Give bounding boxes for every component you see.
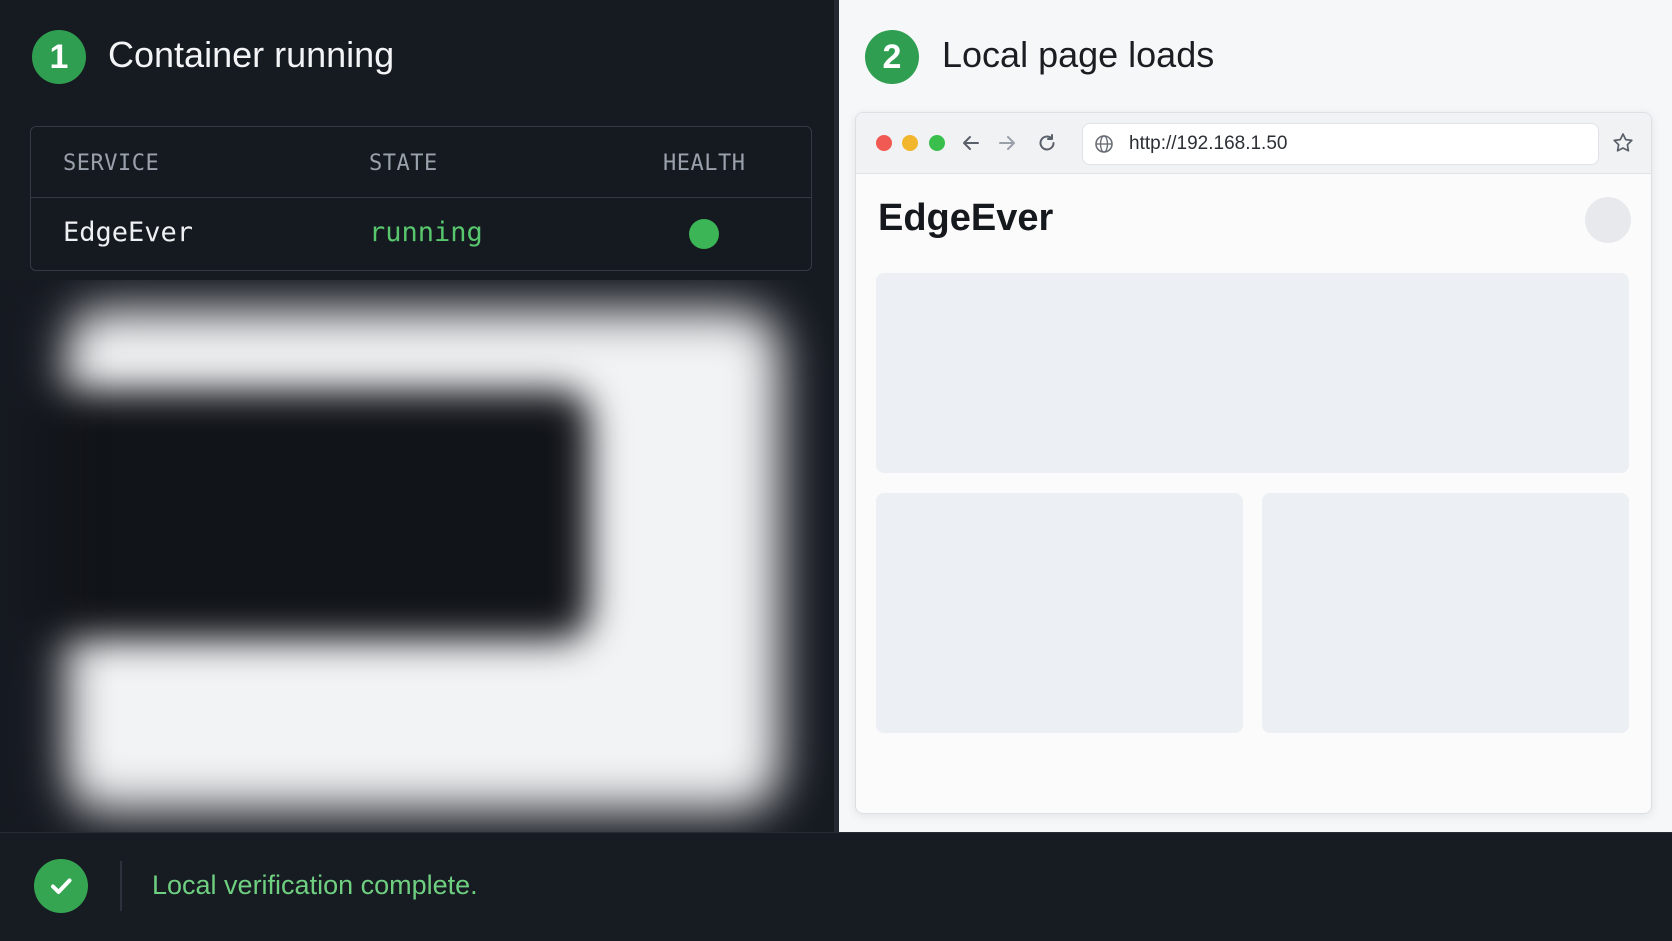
browser-toolbar: http://192.168.1.50 bbox=[856, 113, 1651, 174]
step-badge-1: 1 bbox=[32, 30, 86, 84]
forward-arrow-icon[interactable] bbox=[992, 128, 1022, 158]
health-status-dot bbox=[689, 219, 719, 249]
service-table-header: SERVICE STATE HEALTH bbox=[31, 127, 811, 198]
screen: 1 Container running SERVICE STATE HEALTH… bbox=[0, 0, 1672, 941]
header-health: HEALTH bbox=[663, 151, 746, 176]
header-state: STATE bbox=[369, 151, 438, 176]
service-name: EdgeEver bbox=[63, 217, 194, 248]
browser-panel: 2 Local page loads http://192.168.1.50 E… bbox=[839, 0, 1672, 832]
browser-window: http://192.168.1.50 EdgeEver bbox=[855, 112, 1652, 814]
container-panel: 1 Container running SERVICE STATE HEALTH… bbox=[0, 0, 836, 832]
page-heading: EdgeEver bbox=[878, 197, 1054, 239]
container-panel-title: Container running bbox=[108, 34, 395, 75]
placeholder-card-left bbox=[876, 493, 1243, 733]
status-separator bbox=[120, 861, 122, 911]
status-message: Local verification complete. bbox=[152, 870, 478, 900]
avatar[interactable] bbox=[1585, 197, 1631, 243]
browser-panel-title: Local page loads bbox=[942, 34, 1215, 75]
header-service: SERVICE bbox=[63, 151, 160, 176]
address-bar[interactable]: http://192.168.1.50 bbox=[1082, 123, 1599, 165]
placeholder-hero-block bbox=[876, 273, 1629, 473]
close-window-button[interactable] bbox=[876, 135, 892, 151]
status-bar: Local verification complete. bbox=[0, 832, 1672, 941]
minimize-window-button[interactable] bbox=[902, 135, 918, 151]
step-badge-2: 2 bbox=[865, 30, 919, 84]
back-arrow-icon[interactable] bbox=[956, 128, 986, 158]
maximize-window-button[interactable] bbox=[929, 135, 945, 151]
star-icon[interactable] bbox=[1608, 128, 1638, 158]
reload-icon[interactable] bbox=[1032, 128, 1062, 158]
placeholder-card-right bbox=[1262, 493, 1629, 733]
url-text[interactable]: http://192.168.1.50 bbox=[1129, 133, 1287, 155]
service-table: SERVICE STATE HEALTH EdgeEver running bbox=[30, 126, 812, 271]
check-icon bbox=[34, 859, 88, 913]
service-state: running bbox=[369, 217, 483, 248]
globe-icon bbox=[1093, 133, 1115, 155]
blurred-logo-graphic bbox=[0, 280, 836, 832]
